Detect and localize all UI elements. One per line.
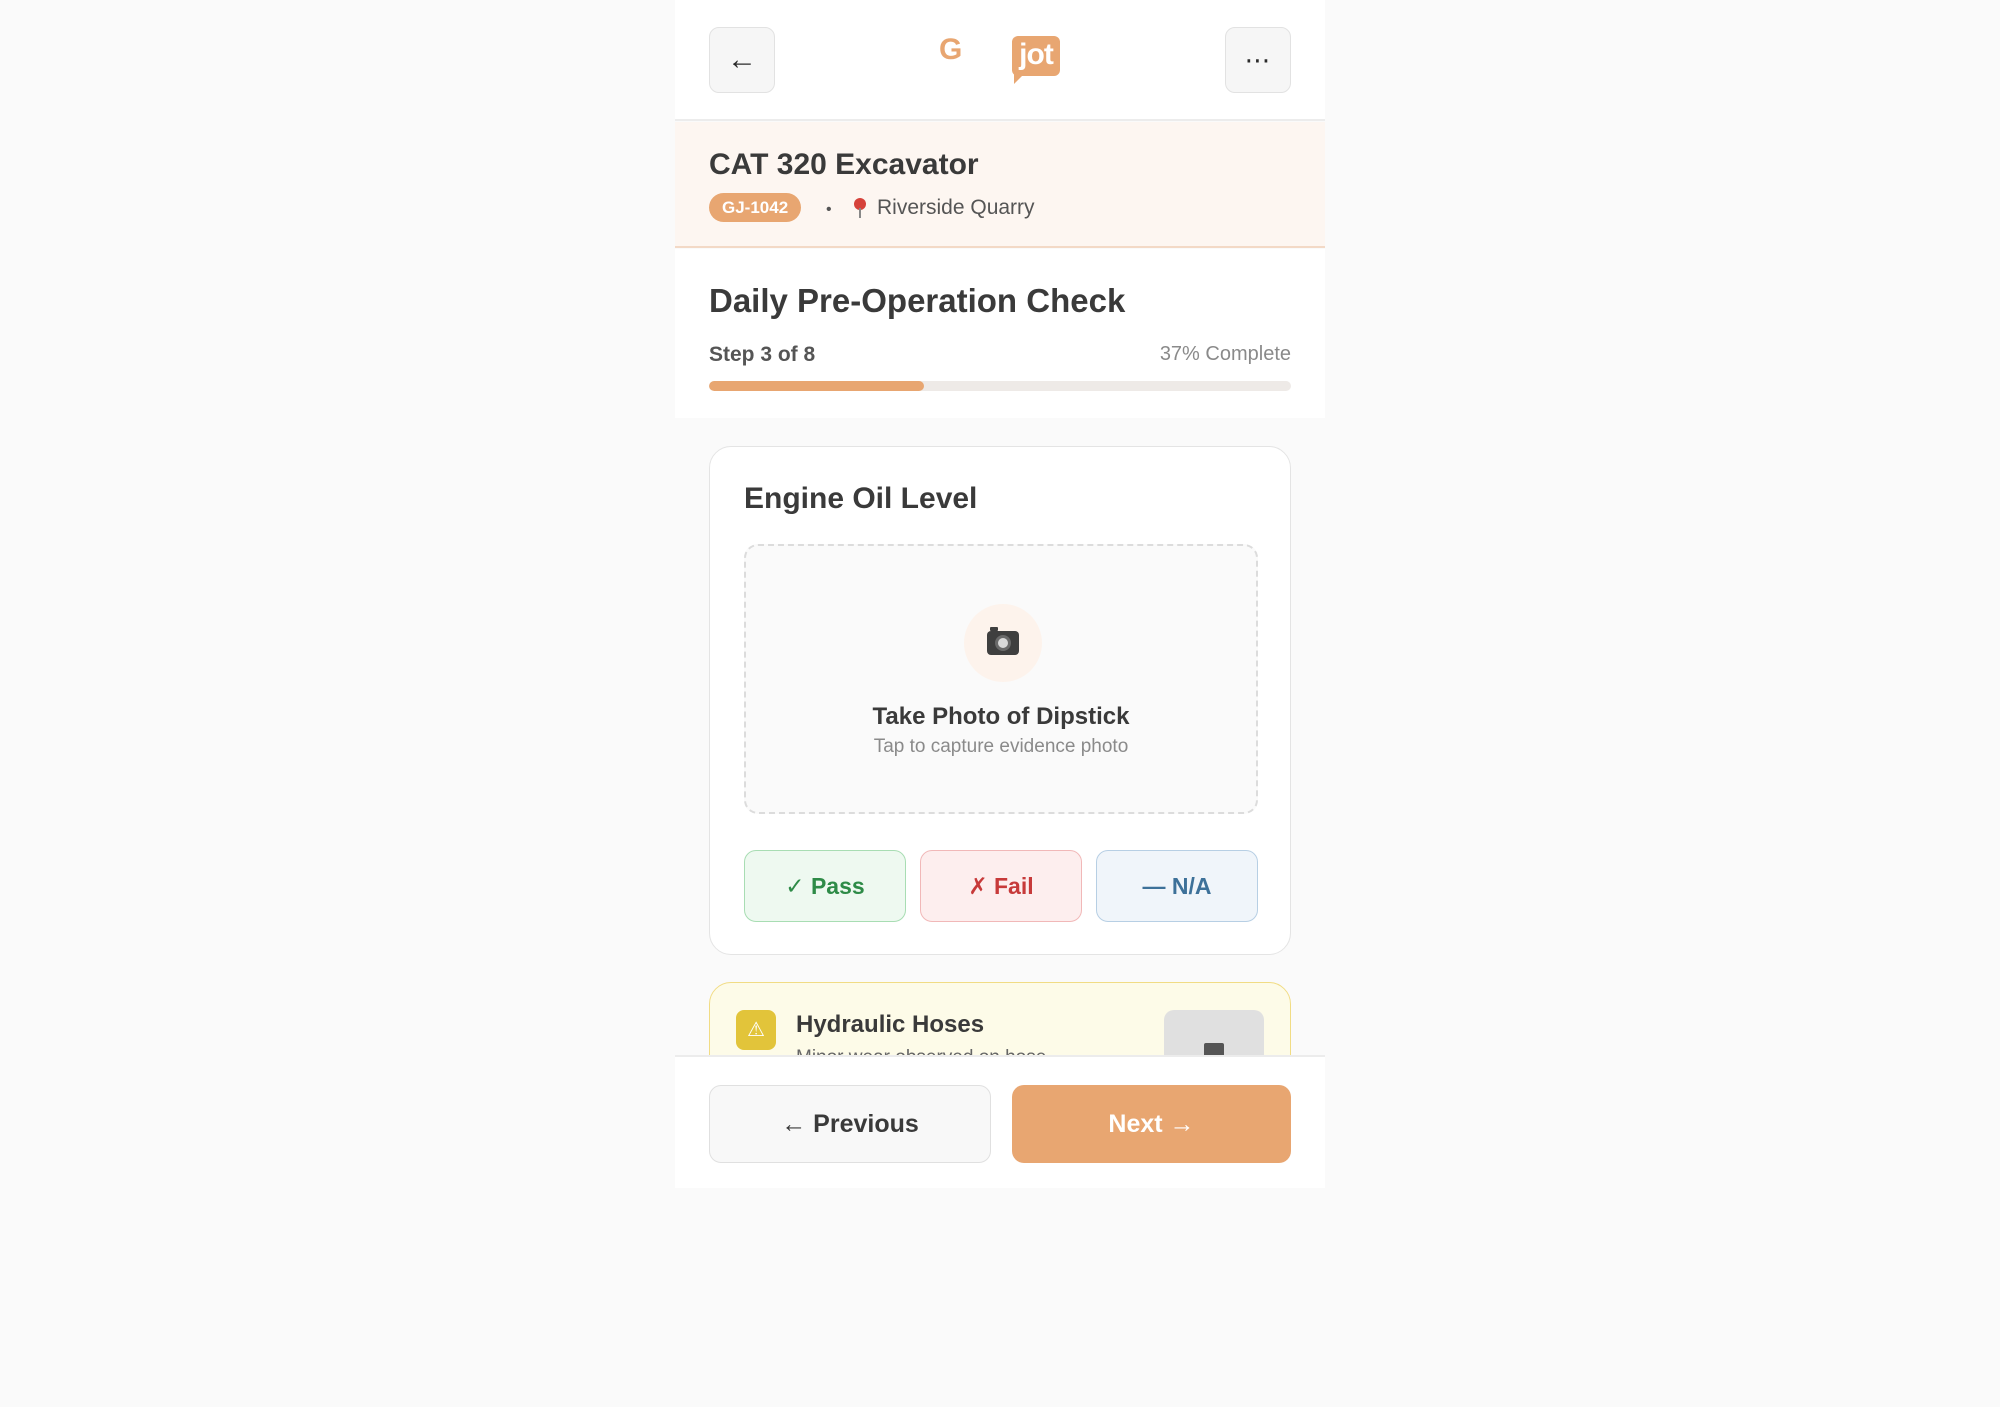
location-label: Riverside Quarry xyxy=(877,196,1035,219)
progress-percent: 37% Complete xyxy=(1159,343,1291,365)
photo-capture-subtitle: Tap to capture evidence photo xyxy=(873,736,1129,757)
equipment-name: CAT 320 Excavator xyxy=(709,148,979,181)
photo-capture-title: Take Photo of Dipstick xyxy=(872,703,1130,730)
check-header: Daily Pre-Operation Check Step 3 of 8 37… xyxy=(675,249,1325,418)
step-indicator: Step 3 of 8 xyxy=(709,343,816,366)
equipment-location: Riverside Quarry xyxy=(853,193,1035,222)
check-item-card: Engine Oil Level Take Photo of Dipstick … xyxy=(709,446,1291,955)
warning-icon: ⚠ xyxy=(736,1010,776,1050)
photo-capture-area[interactable]: Take Photo of Dipstick Tap to capture ev… xyxy=(744,544,1258,814)
next-item-subtitle: Minor wear observed on hose xyxy=(796,1047,1046,1055)
fail-button[interactable]: ✗ Fail xyxy=(920,850,1082,922)
bottom-nav-bar: ← Previous Next → xyxy=(675,1055,1325,1188)
arrow-left-icon: ← xyxy=(727,43,757,76)
check-title: Daily Pre-Operation Check xyxy=(709,282,1126,319)
na-button[interactable]: — N/A xyxy=(1096,850,1258,922)
previous-button[interactable]: ← Previous xyxy=(709,1085,991,1163)
camera-icon xyxy=(1204,1043,1224,1055)
app-screen: ← G jot ⋯ CAT 320 Excavator GJ-1042 • Ri… xyxy=(675,0,1325,1188)
check-item-title: Engine Oil Level xyxy=(744,482,978,515)
next-item-title: Hydraulic Hoses xyxy=(796,1011,985,1038)
equipment-tag-badge: GJ-1042 xyxy=(709,193,802,222)
progress-bar-fill xyxy=(709,381,925,391)
progress-bar xyxy=(709,381,1291,391)
logo-g: G xyxy=(939,33,963,66)
next-item-card-viewport: ⚠ Hydraulic Hoses Minor wear observed on… xyxy=(709,982,1291,1055)
equipment-header: CAT 320 Excavator GJ-1042 • Riverside Qu… xyxy=(675,122,1325,248)
more-menu-button[interactable]: ⋯ xyxy=(1225,27,1291,93)
separator-dot: • xyxy=(826,201,832,218)
camera-icon-circle xyxy=(964,604,1042,682)
pass-button[interactable]: ✓ Pass xyxy=(744,850,906,922)
next-item-card[interactable]: ⚠ Hydraulic Hoses Minor wear observed on… xyxy=(709,982,1291,1055)
camera-icon xyxy=(987,627,1019,655)
back-button[interactable]: ← xyxy=(709,27,775,93)
map-pin-icon xyxy=(853,197,867,218)
more-dots-icon: ⋯ xyxy=(1244,44,1272,75)
photo-thumbnail[interactable] xyxy=(1164,1010,1264,1055)
next-button[interactable]: Next → xyxy=(1012,1085,1291,1163)
top-bar: ← G jot ⋯ xyxy=(675,0,1325,121)
logo-jot: jot xyxy=(1012,36,1060,84)
